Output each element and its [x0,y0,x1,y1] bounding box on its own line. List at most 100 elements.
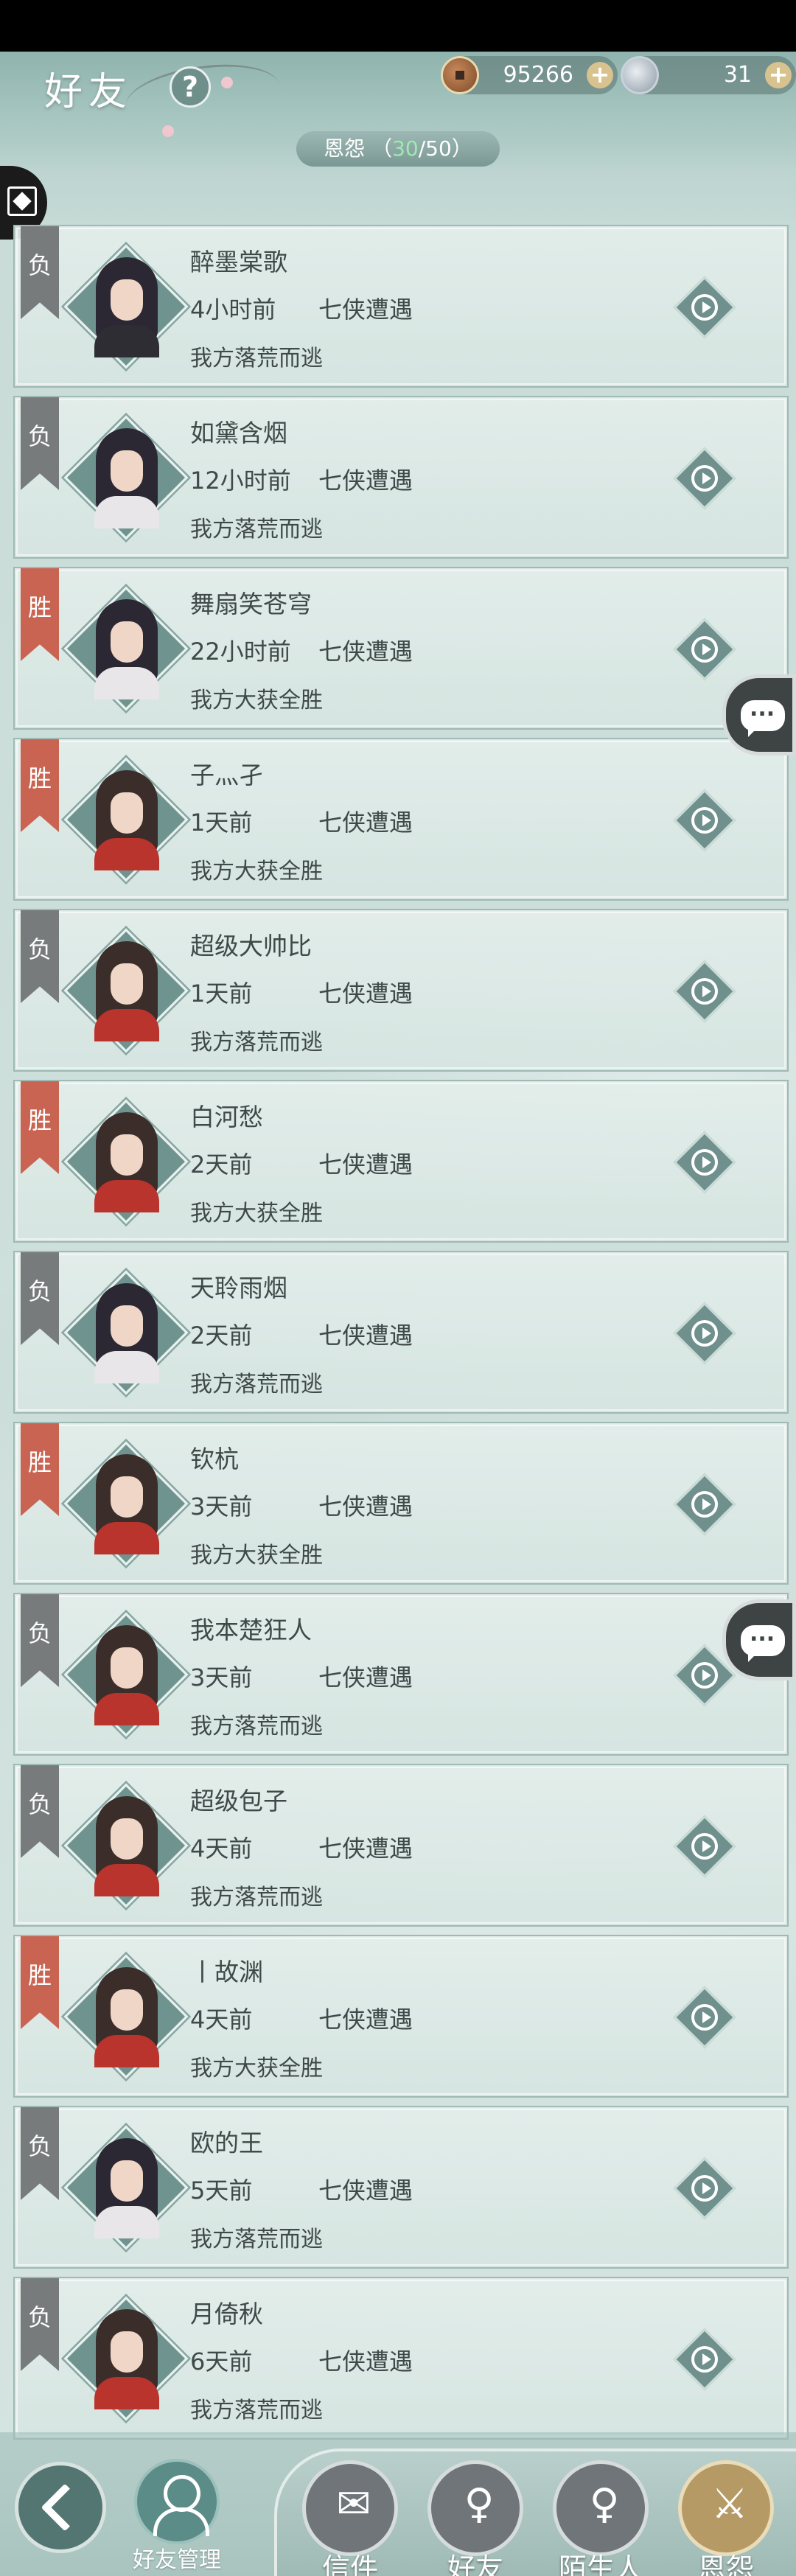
player-name: 欧的王 [190,2129,263,2157]
grudge-record-card[interactable]: 负 超级大帅比 1天前 七侠遭遇 我方落荒而逃 [13,909,789,1072]
grudge-record-card[interactable]: 胜 子灬孑 1天前 七侠遭遇 我方大获全胜 [13,738,789,901]
player-avatar[interactable] [90,1793,164,1896]
blossom-decoration [162,125,174,137]
nav-tab-2[interactable]: ♀ 好友 [426,2460,525,2576]
replay-icon [691,978,718,1005]
replay-icon [691,1149,718,1176]
replay-button[interactable] [673,1815,736,1878]
nav-tab-circle: ♀ [553,2460,649,2556]
add-silver-button[interactable]: + [765,62,792,88]
player-avatar[interactable] [90,767,164,870]
replay-icon [691,1320,718,1347]
result-badge: 胜 [21,1423,59,1516]
copper-currency: 95266 + [441,56,618,94]
record-result: 我方大获全胜 [190,1543,323,1568]
grudge-record-card[interactable]: 胜 白河愁 2天前 七侠遭遇 我方大获全胜 [13,1080,789,1243]
player-avatar[interactable] [90,2135,164,2238]
grudge-count-current: 30 [392,136,419,161]
replay-icon [691,807,718,834]
grudge-record-card[interactable]: 胜 丨故渊 4天前 七侠遭遇 我方大获全胜 [13,1935,789,2098]
player-avatar[interactable] [90,1622,164,1725]
silver-amount: 31 [723,62,752,88]
record-time: 4小时前 [190,296,276,324]
replay-button[interactable] [673,960,736,1023]
replay-button[interactable] [673,1131,736,1194]
nav-tab-label: 信件 [321,2552,378,2576]
grudge-record-card[interactable]: 胜 舞扇笑苍穹 22小时前 七侠遭遇 我方大获全胜 [13,567,789,730]
grudge-record-card[interactable]: 负 醉墨棠歌 4小时前 七侠遭遇 我方落荒而逃 [13,225,789,388]
back-button[interactable] [15,2462,106,2553]
player-avatar[interactable] [90,1280,164,1383]
result-badge: 胜 [21,739,59,832]
player-avatar[interactable] [90,1109,164,1212]
record-result: 我方落荒而逃 [190,517,323,542]
player-avatar[interactable] [90,1451,164,1554]
chat-float-button[interactable] [722,1599,796,1680]
record-mode: 七侠遭遇 [318,1835,413,1863]
silver-ingot-icon [621,56,659,94]
player-avatar[interactable] [90,938,164,1041]
player-name: 白河愁 [190,1103,263,1131]
result-badge: 负 [21,1765,59,1858]
replay-button[interactable] [673,2157,736,2220]
nav-tab-icon: ♀ [589,2480,620,2528]
record-mode: 七侠遭遇 [318,2177,413,2205]
grudge-record-card[interactable]: 负 欧的王 5天前 七侠遭遇 我方落荒而逃 [13,2106,789,2269]
result-badge: 胜 [21,568,59,661]
avatar-face [111,963,143,1005]
avatar-face [111,1134,143,1176]
replay-button[interactable] [673,2328,736,2391]
replay-button[interactable] [673,276,736,339]
expand-icon [7,186,37,216]
player-avatar[interactable] [90,596,164,699]
chat-float-button[interactable] [722,674,796,755]
help-button[interactable]: ? [170,66,211,108]
status-bar [0,0,796,52]
avatar-face [111,792,143,834]
avatar-face [111,2331,143,2373]
replay-button[interactable] [673,1473,736,1536]
player-avatar[interactable] [90,254,164,357]
record-mode: 七侠遭遇 [318,2006,413,2034]
player-avatar[interactable] [90,2306,164,2409]
bottom-nav: ✉ 信件 ♀ 好友 ♀ 陌生人 ⚔ 恩怨 [274,2448,796,2576]
grudge-record-card[interactable]: 负 天聆雨烟 2天前 七侠遭遇 我方落荒而逃 [13,1251,789,1414]
grudge-record-card[interactable]: 负 月倚秋 6天前 七侠遭遇 我方落荒而逃 [13,2277,789,2440]
player-avatar[interactable] [90,1964,164,2067]
avatar-robe [94,1693,159,1725]
player-name: 如黛含烟 [190,419,287,447]
blossom-decoration [221,77,233,88]
replay-button[interactable] [673,447,736,510]
replay-icon [691,2346,718,2373]
grudge-record-card[interactable]: 负 超级包子 4天前 七侠遭遇 我方落荒而逃 [13,1764,789,1927]
avatar-robe [94,496,159,528]
replay-button[interactable] [673,618,736,681]
avatar-face [111,2160,143,2202]
avatar-face [111,1818,143,1860]
nav-tab-circle: ⚔ [678,2460,774,2556]
record-time: 2天前 [190,1151,253,1179]
nav-tab-3[interactable]: ♀ 陌生人 [551,2460,650,2576]
nav-tab-1[interactable]: ✉ 信件 [301,2460,399,2576]
record-result: 我方落荒而逃 [190,346,323,371]
add-copper-button[interactable]: + [587,62,613,88]
avatar-robe [94,1522,159,1554]
record-result: 我方落荒而逃 [190,1714,323,1739]
record-mode: 七侠遭遇 [318,467,413,495]
avatar-face [111,279,143,321]
nav-tab-label: 陌生人 [558,2552,643,2576]
copper-coin-icon [441,56,479,94]
grudge-record-card[interactable]: 胜 钦杭 3天前 七侠遭遇 我方大获全胜 [13,1422,789,1585]
grudge-record-card[interactable]: 负 我本楚狂人 3天前 七侠遭遇 我方落荒而逃 [13,1593,789,1756]
grudge-tab-header: 恩怨 （30/50） [296,131,500,167]
chat-bubble-icon [741,1621,785,1662]
replay-button[interactable] [673,1302,736,1365]
replay-icon [691,465,718,492]
friend-manage-button[interactable]: 好友管理 [125,2459,228,2576]
nav-tab-4[interactable]: ⚔ 恩怨 [677,2460,775,2576]
grudge-record-card[interactable]: 负 如黛含烟 12小时前 七侠遭遇 我方落荒而逃 [13,396,789,559]
replay-button[interactable] [673,1986,736,2049]
replay-button[interactable] [673,789,736,852]
player-avatar[interactable] [90,425,164,528]
replay-icon [691,2004,718,2031]
